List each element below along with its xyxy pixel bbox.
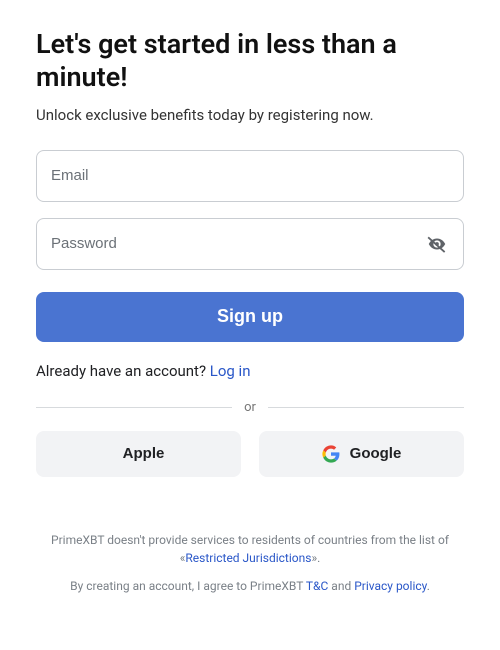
divider-line-right — [268, 407, 464, 408]
email-field-wrapper — [36, 150, 464, 202]
already-have-account: Already have an account? Log in — [36, 362, 464, 380]
password-field-wrapper — [36, 218, 464, 270]
privacy-link[interactable]: Privacy policy — [354, 579, 427, 593]
google-login-label: Google — [350, 445, 402, 462]
legal-agree-post: . — [427, 579, 430, 593]
legal-agree-mid: and — [328, 579, 354, 593]
apple-login-button[interactable]: Apple — [36, 431, 241, 477]
password-field[interactable] — [51, 219, 417, 269]
legal-text: PrimeXBT doesn't provide services to res… — [36, 531, 464, 595]
email-field[interactable] — [51, 151, 449, 201]
divider-label: or — [232, 400, 268, 415]
page-subtitle: Unlock exclusive benefits today by regis… — [36, 106, 464, 124]
restricted-jurisdictions-link[interactable]: Restricted Jurisdictions — [185, 551, 311, 565]
signup-button[interactable]: Sign up — [36, 292, 464, 342]
google-login-button[interactable]: Google — [259, 431, 464, 477]
google-icon — [322, 445, 340, 463]
apple-login-label: Apple — [123, 445, 165, 462]
signup-form: Sign up — [36, 150, 464, 342]
already-have-account-text: Already have an account? — [36, 362, 210, 380]
login-link[interactable]: Log in — [210, 362, 251, 380]
social-login-row: Apple Google — [36, 431, 464, 477]
divider-line-left — [36, 407, 232, 408]
legal-agree-pre: By creating an account, I agree to Prime… — [70, 579, 306, 593]
terms-link[interactable]: T&C — [306, 579, 328, 593]
divider: or — [36, 400, 464, 415]
legal-note-post: ». — [311, 551, 320, 565]
page-title: Let's get started in less than a minute! — [36, 28, 464, 94]
toggle-password-visibility-icon[interactable] — [425, 232, 449, 256]
